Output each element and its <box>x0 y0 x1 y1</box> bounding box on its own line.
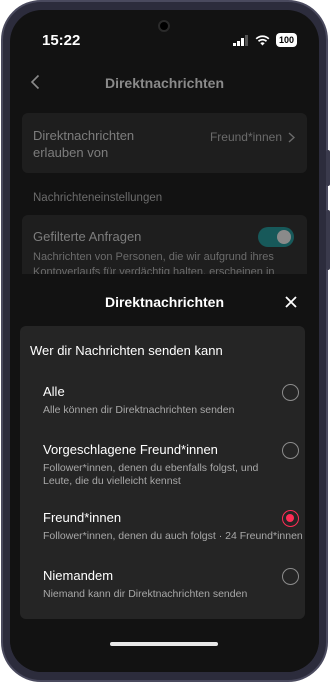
filtered-requests-toggle[interactable] <box>258 227 294 247</box>
option-label: Vorgeschlagene Freund*innen <box>43 442 218 457</box>
page-title: Direktnachrichten <box>104 75 225 91</box>
bottom-sheet: Direktnachrichten Wer dir Nachrichten se… <box>10 274 319 672</box>
option-description: Follower*innen, denen du auch folgst · 2… <box>43 530 305 542</box>
volume-button <box>326 210 330 270</box>
option-label: Freund*innen <box>43 510 122 525</box>
option-description: Alle können dir Direktnachrichten senden <box>43 404 235 416</box>
option-label: Alle <box>43 384 65 399</box>
nav-bar: Direktnachrichten <box>10 62 319 106</box>
chevron-right-icon <box>288 131 295 143</box>
close-icon[interactable] <box>283 294 299 310</box>
allow-messages-value-wrap: Freund*innen <box>210 130 295 144</box>
radio-selected-dot <box>286 514 294 522</box>
option-alle[interactable]: Alle Alle können dir Direktnachrichten s… <box>20 384 305 424</box>
toggle-knob <box>277 230 291 244</box>
wifi-icon <box>255 34 270 45</box>
option-label: Niemandem <box>43 568 114 583</box>
allow-messages-label: Direktnachrichten erlauben von <box>33 128 135 160</box>
signal-icon <box>232 34 248 46</box>
filtered-requests-title: Gefilterte Anfragen <box>33 229 142 244</box>
status-bar: 15:22 100 <box>10 10 319 62</box>
option-description: Follower*innen, denen du ebenfalls folgs… <box>43 462 259 487</box>
radio-alle[interactable] <box>282 384 299 401</box>
option-vorgeschlagene[interactable]: Vorgeschlagene Freund*innen Follower*inn… <box>20 442 305 492</box>
allow-messages-value: Freund*innen <box>209 130 282 144</box>
section-header: Nachrichteneinstellungen <box>33 192 163 204</box>
options-card: Wer dir Nachrichten senden kann Alle All… <box>20 326 305 619</box>
option-niemandem[interactable]: Niemandem Niemand kann dir Direktnachric… <box>20 568 305 608</box>
allow-messages-setting[interactable]: Direktnachrichten erlauben von Freund*in… <box>22 113 307 173</box>
camera-icon <box>158 20 170 32</box>
options-header: Wer dir Nachrichten senden kann <box>30 343 223 358</box>
status-icons: 100 <box>232 33 297 47</box>
status-time: 15:22 <box>42 32 81 49</box>
screen: 15:22 100 Direktnachrichten Direktnachri… <box>10 10 319 672</box>
option-description: Niemand kann dir Direktnachrichten sende… <box>43 588 248 600</box>
power-button <box>326 150 330 186</box>
home-indicator[interactable] <box>110 642 218 646</box>
sheet-title: Direktnachrichten <box>104 294 225 310</box>
option-freundinnen[interactable]: Freund*innen Follower*innen, denen du au… <box>20 510 305 550</box>
radio-niemandem[interactable] <box>282 568 299 585</box>
battery-icon: 100 <box>275 33 297 47</box>
radio-freundinnen[interactable] <box>282 510 299 527</box>
radio-vorgeschlagene[interactable] <box>282 442 299 459</box>
